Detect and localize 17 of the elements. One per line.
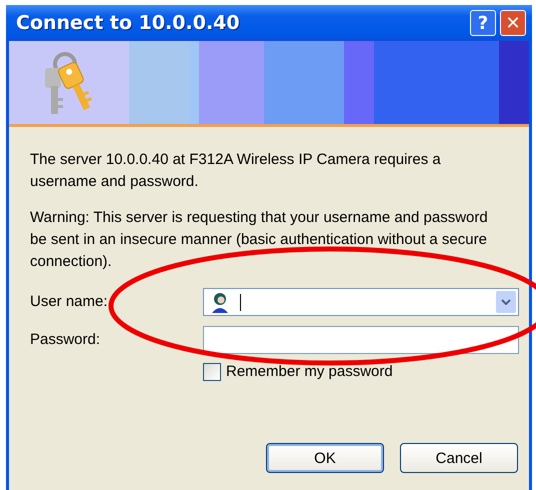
user-icon [210,291,230,313]
field-label: User name: [30,292,109,312]
text-cursor [240,294,241,310]
password-field[interactable] [203,326,519,354]
chevron-down-icon [501,299,511,305]
window-title: Connect to 10.0.0.40 [16,12,241,34]
dropdown-button[interactable] [496,291,516,313]
cancel-button[interactable]: Cancel [400,443,518,473]
help-button[interactable]: ? [470,10,496,36]
field-label: Password: [30,330,102,350]
ok-button[interactable]: OK [266,443,384,473]
remember-checkbox[interactable] [203,363,221,381]
server-message: The server 10.0.0.40 at F312A Wireless IP Camera requires a username and password. [30,150,442,192]
username-combo-field[interactable] [203,288,519,316]
warning-message: Warning: This server is requesting that your username and password be sent in an insecure manner (basic authentication without a secure connection). [30,208,489,272]
remember-label: Remember my password [226,362,393,382]
close-button[interactable]: ✕ [500,10,526,36]
